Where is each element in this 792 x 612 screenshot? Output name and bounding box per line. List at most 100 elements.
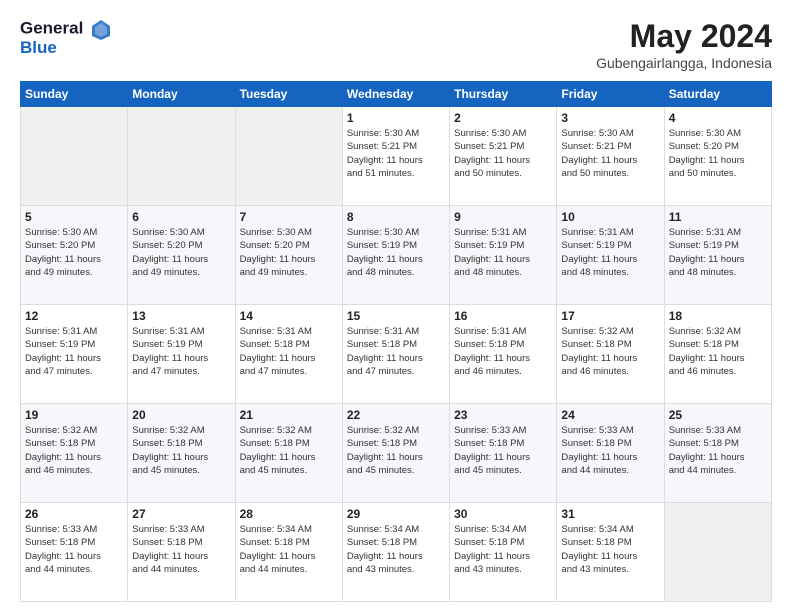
day-number: 11 — [669, 210, 767, 224]
calendar-cell: 28Sunrise: 5:34 AMSunset: 5:18 PMDayligh… — [235, 503, 342, 602]
location: Gubengairlangga, Indonesia — [596, 55, 772, 71]
day-info: Sunrise: 5:30 AMSunset: 5:20 PMDaylight:… — [25, 226, 123, 279]
day-number: 21 — [240, 408, 338, 422]
day-number: 1 — [347, 111, 445, 125]
calendar-cell — [21, 107, 128, 206]
calendar-cell: 29 Sunrise: 5:34 AMSunset: 5:18 PMDayligh… — [342, 503, 449, 602]
calendar-cell: 22 Sunrise: 5:32 AMSunset: 5:18 PMDayligh… — [342, 404, 449, 503]
title-block: May 2024 Gubengairlangga, Indonesia — [596, 18, 772, 71]
calendar-cell: 25 Sunrise: 5:33 AMSunset: 5:18 PMDayligh… — [664, 404, 771, 503]
calendar-week-row: 12 Sunrise: 5:31 AMSunset: 5:19 PMDayligh… — [21, 305, 772, 404]
day-number: 7 — [240, 210, 338, 224]
calendar-cell: 8 Sunrise: 5:30 AMSunset: 5:19 PMDaylight… — [342, 206, 449, 305]
page: General Blue May 2024 Gubengairlangga, I… — [0, 0, 792, 612]
col-header-friday: Friday — [557, 82, 664, 107]
day-number: 24 — [561, 408, 659, 422]
day-number: 6 — [132, 210, 230, 224]
day-info: Sunrise: 5:31 AMSunset: 5:18 PMDaylight:… — [454, 325, 552, 378]
day-info: Sunrise: 5:30 AMSunset: 5:20 PMDaylight:… — [132, 226, 230, 279]
calendar-cell — [664, 503, 771, 602]
day-info: Sunrise: 5:32 AMSunset: 5:18 PMDaylight:… — [132, 424, 230, 477]
calendar-cell: 13 Sunrise: 5:31 AMSunset: 5:19 PMDayligh… — [128, 305, 235, 404]
calendar-cell: 5 Sunrise: 5:30 AMSunset: 5:20 PMDaylight… — [21, 206, 128, 305]
calendar-week-row: 19Sunrise: 5:32 AMSunset: 5:18 PMDayligh… — [21, 404, 772, 503]
calendar-cell: 20 Sunrise: 5:32 AMSunset: 5:18 PMDayligh… — [128, 404, 235, 503]
day-info: Sunrise: 5:31 AMSunset: 5:19 PMDaylight:… — [454, 226, 552, 279]
day-number: 9 — [454, 210, 552, 224]
calendar-cell: 9 Sunrise: 5:31 AMSunset: 5:19 PMDaylight… — [450, 206, 557, 305]
calendar-cell: 21 Sunrise: 5:32 AMSunset: 5:18 PMDayligh… — [235, 404, 342, 503]
day-info: Sunrise: 5:30 AMSunset: 5:21 PMDaylight:… — [454, 127, 552, 180]
day-number: 12 — [25, 309, 123, 323]
calendar-cell: 12 Sunrise: 5:31 AMSunset: 5:19 PMDayligh… — [21, 305, 128, 404]
day-info: Sunrise: 5:31 AMSunset: 5:18 PMDaylight:… — [347, 325, 445, 378]
calendar-cell: 3Sunrise: 5:30 AMSunset: 5:21 PMDaylight… — [557, 107, 664, 206]
day-number: 4 — [669, 111, 767, 125]
logo: General Blue — [20, 18, 112, 58]
day-number: 8 — [347, 210, 445, 224]
calendar-cell: 2 Sunrise: 5:30 AMSunset: 5:21 PMDaylight… — [450, 107, 557, 206]
day-info: Sunrise: 5:30 AMSunset: 5:20 PMDaylight:… — [669, 127, 767, 180]
day-info: Sunrise: 5:31 AMSunset: 5:19 PMDaylight:… — [25, 325, 123, 378]
col-header-thursday: Thursday — [450, 82, 557, 107]
day-info: Sunrise: 5:33 AMSunset: 5:18 PMDaylight:… — [132, 523, 230, 576]
day-number: 3 — [561, 111, 659, 125]
day-number: 10 — [561, 210, 659, 224]
day-info: Sunrise: 5:32 AMSunset: 5:18 PMDaylight:… — [240, 424, 338, 477]
day-info: Sunrise: 5:31 AMSunset: 5:19 PMDaylight:… — [132, 325, 230, 378]
day-info: Sunrise: 5:33 AMSunset: 5:18 PMDaylight:… — [25, 523, 123, 576]
day-info: Sunrise: 5:32 AMSunset: 5:18 PMDaylight:… — [561, 325, 659, 378]
day-number: 31 — [561, 507, 659, 521]
calendar-week-row: 1 Sunrise: 5:30 AMSunset: 5:21 PMDaylight… — [21, 107, 772, 206]
day-number: 18 — [669, 309, 767, 323]
day-number: 29 — [347, 507, 445, 521]
calendar-cell: 17 Sunrise: 5:32 AMSunset: 5:18 PMDayligh… — [557, 305, 664, 404]
col-header-monday: Monday — [128, 82, 235, 107]
calendar-table: SundayMondayTuesdayWednesdayThursdayFrid… — [20, 81, 772, 602]
day-info: Sunrise: 5:34 AMSunset: 5:18 PMDaylight:… — [240, 523, 338, 576]
day-number: 14 — [240, 309, 338, 323]
day-number: 13 — [132, 309, 230, 323]
calendar-cell: 7 Sunrise: 5:30 AMSunset: 5:20 PMDaylight… — [235, 206, 342, 305]
calendar-week-row: 26 Sunrise: 5:33 AMSunset: 5:18 PMDayligh… — [21, 503, 772, 602]
calendar-cell: 11 Sunrise: 5:31 AMSunset: 5:19 PMDayligh… — [664, 206, 771, 305]
day-number: 26 — [25, 507, 123, 521]
day-info: Sunrise: 5:33 AMSunset: 5:18 PMDaylight:… — [669, 424, 767, 477]
calendar-cell: 18 Sunrise: 5:32 AMSunset: 5:18 PMDayligh… — [664, 305, 771, 404]
day-info: Sunrise: 5:34 AMSunset: 5:18 PMDaylight:… — [347, 523, 445, 576]
calendar-cell: 30Sunrise: 5:34 AMSunset: 5:18 PMDayligh… — [450, 503, 557, 602]
calendar-cell — [235, 107, 342, 206]
day-number: 2 — [454, 111, 552, 125]
day-info: Sunrise: 5:30 AMSunset: 5:19 PMDaylight:… — [347, 226, 445, 279]
calendar-cell: 16 Sunrise: 5:31 AMSunset: 5:18 PMDayligh… — [450, 305, 557, 404]
day-number: 16 — [454, 309, 552, 323]
day-info: Sunrise: 5:31 AMSunset: 5:19 PMDaylight:… — [669, 226, 767, 279]
calendar-cell: 24 Sunrise: 5:33 AMSunset: 5:18 PMDayligh… — [557, 404, 664, 503]
calendar-header-row: SundayMondayTuesdayWednesdayThursdayFrid… — [21, 82, 772, 107]
calendar-cell: 27 Sunrise: 5:33 AMSunset: 5:18 PMDayligh… — [128, 503, 235, 602]
day-info: Sunrise: 5:33 AMSunset: 5:18 PMDaylight:… — [561, 424, 659, 477]
day-info: Sunrise: 5:32 AMSunset: 5:18 PMDaylight:… — [347, 424, 445, 477]
day-number: 5 — [25, 210, 123, 224]
day-number: 30 — [454, 507, 552, 521]
month-year: May 2024 — [596, 18, 772, 55]
day-number: 15 — [347, 309, 445, 323]
day-number: 20 — [132, 408, 230, 422]
day-info: Sunrise: 5:32 AMSunset: 5:18 PMDaylight:… — [25, 424, 123, 477]
day-info: Sunrise: 5:33 AMSunset: 5:18 PMDaylight:… — [454, 424, 552, 477]
day-info: Sunrise: 5:34 AMSunset: 5:18 PMDaylight:… — [561, 523, 659, 576]
header: General Blue May 2024 Gubengairlangga, I… — [20, 18, 772, 71]
day-info: Sunrise: 5:30 AMSunset: 5:20 PMDaylight:… — [240, 226, 338, 279]
calendar-cell: 19Sunrise: 5:32 AMSunset: 5:18 PMDayligh… — [21, 404, 128, 503]
day-number: 25 — [669, 408, 767, 422]
day-number: 17 — [561, 309, 659, 323]
calendar-cell: 6 Sunrise: 5:30 AMSunset: 5:20 PMDaylight… — [128, 206, 235, 305]
day-number: 22 — [347, 408, 445, 422]
day-number: 23 — [454, 408, 552, 422]
day-number: 27 — [132, 507, 230, 521]
logo-text: General — [20, 18, 112, 40]
calendar-cell: 23 Sunrise: 5:33 AMSunset: 5:18 PMDayligh… — [450, 404, 557, 503]
logo-blue: Blue — [20, 38, 112, 58]
calendar-cell: 4 Sunrise: 5:30 AMSunset: 5:20 PMDaylight… — [664, 107, 771, 206]
day-info: Sunrise: 5:32 AMSunset: 5:18 PMDaylight:… — [669, 325, 767, 378]
